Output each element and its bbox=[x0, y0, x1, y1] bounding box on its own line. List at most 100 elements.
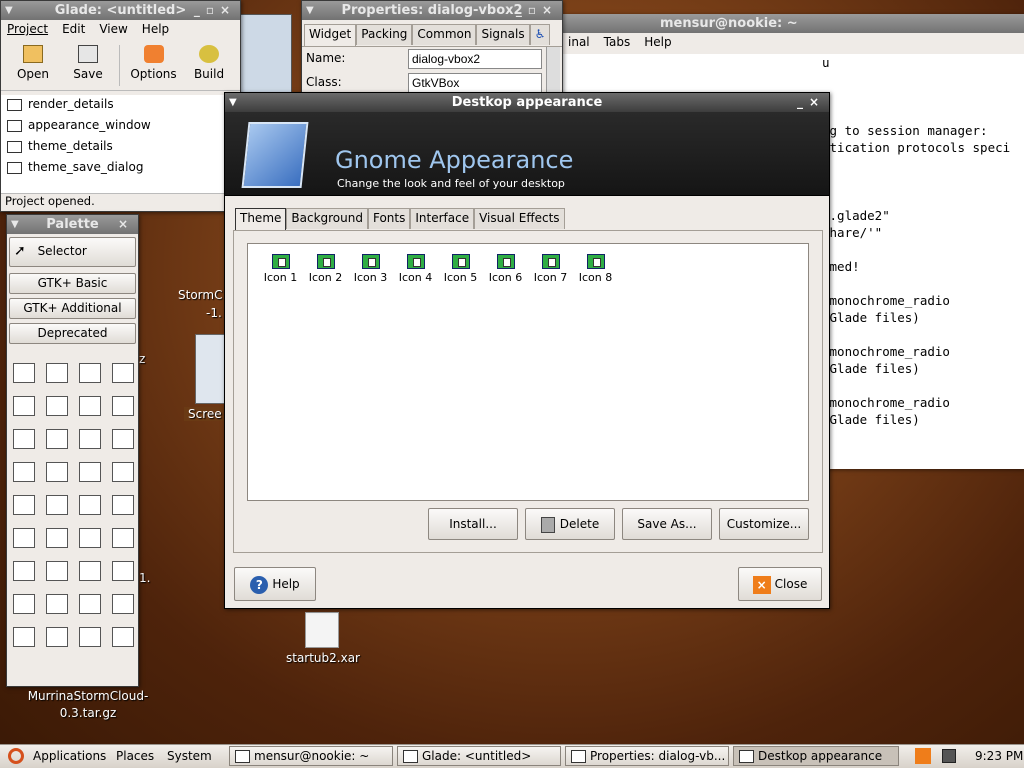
tab-background[interactable]: Background bbox=[286, 208, 368, 229]
palette-widget-icon[interactable] bbox=[12, 495, 35, 515]
help-button[interactable]: ? Help bbox=[234, 567, 316, 601]
palette-window[interactable]: ▼ Palette × ➚ Selector GTK+ Basic GTK+ A… bbox=[6, 214, 139, 687]
window-controls[interactable]: _× bbox=[797, 93, 825, 112]
theme-item[interactable]: Icon 2 bbox=[303, 254, 348, 284]
list-item[interactable]: render_details bbox=[7, 97, 234, 118]
palette-titlebar[interactable]: ▼ Palette × bbox=[7, 215, 138, 234]
palette-widget-icon[interactable] bbox=[111, 627, 134, 647]
menu-project[interactable]: Project bbox=[7, 22, 48, 39]
window-menu-icon[interactable]: ▼ bbox=[229, 93, 237, 112]
window-controls[interactable]: _▫× bbox=[516, 1, 558, 20]
palette-widget-icon[interactable] bbox=[111, 594, 134, 614]
tab-fonts[interactable]: Fonts bbox=[367, 208, 411, 229]
menu-places[interactable]: Places bbox=[116, 749, 154, 763]
save-button[interactable]: Save bbox=[57, 45, 119, 86]
theme-item[interactable]: Icon 7 bbox=[528, 254, 573, 284]
task-glade[interactable]: Glade: <untitled> bbox=[397, 746, 561, 766]
palette-widget-icon[interactable] bbox=[78, 429, 101, 449]
theme-icon-view[interactable]: Icon 1 Icon 2 Icon 3 Icon 4 Icon 5 Icon 6 Icon… bbox=[247, 243, 809, 501]
theme-item[interactable]: Icon 3 bbox=[348, 254, 393, 284]
close-button[interactable]: × Close bbox=[738, 567, 822, 601]
palette-widget-icon[interactable] bbox=[78, 528, 101, 548]
properties-titlebar[interactable]: ▼ Properties: dialog-vbox2 _▫× bbox=[302, 1, 562, 20]
palette-widget-icon[interactable] bbox=[78, 627, 101, 647]
palette-widget-icon[interactable] bbox=[111, 429, 134, 449]
palette-widget-icon[interactable] bbox=[12, 627, 35, 647]
palette-widget-icon[interactable] bbox=[45, 528, 68, 548]
palette-widget-icon[interactable] bbox=[45, 627, 68, 647]
name-field[interactable] bbox=[408, 49, 542, 69]
appearance-titlebar[interactable]: ▼ Destkop appearance _× bbox=[225, 93, 829, 112]
properties-window[interactable]: ▼ Properties: dialog-vbox2 _▫× Widget Pa… bbox=[301, 0, 563, 100]
customize-button[interactable]: Customize... bbox=[719, 508, 809, 540]
open-button[interactable]: Open bbox=[9, 45, 57, 86]
install-button[interactable]: Install... bbox=[428, 508, 518, 540]
palette-widget-icon[interactable] bbox=[111, 495, 134, 515]
menu-system[interactable]: System bbox=[167, 749, 212, 763]
palette-widget-icon[interactable] bbox=[111, 396, 134, 416]
palette-widget-icon[interactable] bbox=[45, 429, 68, 449]
palette-widget-icon[interactable] bbox=[45, 396, 68, 416]
build-button[interactable]: Build bbox=[187, 45, 231, 86]
terminal-menu-tabs[interactable]: Tabs bbox=[604, 35, 631, 52]
menu-edit[interactable]: Edit bbox=[62, 22, 85, 39]
palette-widget-icon[interactable] bbox=[78, 363, 101, 383]
palette-widget-icon[interactable] bbox=[78, 495, 101, 515]
terminal-menu-help[interactable]: Help bbox=[644, 35, 671, 52]
palette-widget-icon[interactable] bbox=[45, 363, 68, 383]
palette-widget-icon[interactable] bbox=[78, 462, 101, 482]
theme-item[interactable]: Icon 8 bbox=[573, 254, 618, 284]
terminal-menu-terminal[interactable]: inal bbox=[568, 35, 590, 52]
list-item[interactable]: appearance_window bbox=[7, 118, 234, 139]
group-gtk-additional[interactable]: GTK+ Additional bbox=[9, 298, 136, 319]
palette-widget-icon[interactable] bbox=[12, 429, 35, 449]
tab-interface[interactable]: Interface bbox=[410, 208, 475, 229]
list-item[interactable]: theme_save_dialog bbox=[7, 160, 234, 181]
desktop-icon-stormcloud[interactable]: StormC bbox=[178, 288, 226, 302]
glade-window[interactable]: ▼ Glade: <untitled> _▫× Project Edit Vie… bbox=[0, 0, 241, 212]
tab-visual-effects[interactable]: Visual Effects bbox=[474, 208, 565, 229]
palette-widget-icon[interactable] bbox=[45, 594, 68, 614]
menu-applications[interactable]: Applications bbox=[33, 749, 106, 763]
menu-help[interactable]: Help bbox=[142, 22, 169, 39]
task-terminal[interactable]: mensur@nookie: ~ bbox=[229, 746, 393, 766]
window-controls[interactable]: _▫× bbox=[194, 1, 236, 20]
menu-view[interactable]: View bbox=[99, 22, 127, 39]
palette-widget-icon[interactable] bbox=[78, 594, 101, 614]
desktop-icon-startub2[interactable]: startub2.xar bbox=[280, 651, 366, 665]
palette-widget-icon[interactable] bbox=[111, 363, 134, 383]
theme-item[interactable]: Icon 6 bbox=[483, 254, 528, 284]
selector-button[interactable]: ➚ Selector bbox=[9, 237, 136, 267]
terminal-titlebar[interactable]: mensur@nookie: ~ bbox=[562, 14, 1024, 33]
close-icon[interactable]: × bbox=[118, 215, 134, 234]
palette-widget-icon[interactable] bbox=[12, 594, 35, 614]
ubuntu-logo-icon[interactable] bbox=[8, 748, 24, 764]
save-as-button[interactable]: Save As... bbox=[622, 508, 712, 540]
list-item[interactable]: theme_details bbox=[7, 139, 234, 160]
window-menu-icon[interactable]: ▼ bbox=[5, 1, 13, 20]
group-deprecated[interactable]: Deprecated bbox=[9, 323, 136, 344]
tab-accessibility[interactable]: ♿ bbox=[529, 24, 551, 45]
desktop-icon-screenshot[interactable]: Scree bbox=[184, 407, 226, 421]
clock[interactable]: 9:23 PM bbox=[975, 749, 1023, 763]
palette-widget-icon[interactable] bbox=[111, 528, 134, 548]
palette-widget-icon[interactable] bbox=[12, 528, 35, 548]
network-icon[interactable] bbox=[942, 749, 956, 763]
window-menu-icon[interactable]: ▼ bbox=[11, 215, 19, 234]
update-notifier-icon[interactable] bbox=[915, 748, 931, 764]
palette-widget-icon[interactable] bbox=[12, 561, 35, 581]
delete-button[interactable]: Delete bbox=[525, 508, 615, 540]
palette-widget-icon[interactable] bbox=[111, 462, 134, 482]
palette-widget-icon[interactable] bbox=[45, 462, 68, 482]
palette-widget-icon[interactable] bbox=[78, 396, 101, 416]
palette-widget-icon[interactable] bbox=[45, 561, 68, 581]
group-gtk-basic[interactable]: GTK+ Basic bbox=[9, 273, 136, 294]
options-button[interactable]: Options bbox=[119, 45, 187, 86]
palette-widget-icon[interactable] bbox=[12, 396, 35, 416]
tab-widget[interactable]: Widget bbox=[304, 24, 357, 46]
theme-item[interactable]: Icon 5 bbox=[438, 254, 483, 284]
palette-widget-icon[interactable] bbox=[12, 462, 35, 482]
desktop-screenshot-thumbnail[interactable] bbox=[195, 334, 225, 404]
palette-widget-icon[interactable] bbox=[45, 495, 68, 515]
desktop-icon-murrina[interactable]: MurrinaStormCloud- 0.3.tar.gz bbox=[18, 688, 158, 722]
